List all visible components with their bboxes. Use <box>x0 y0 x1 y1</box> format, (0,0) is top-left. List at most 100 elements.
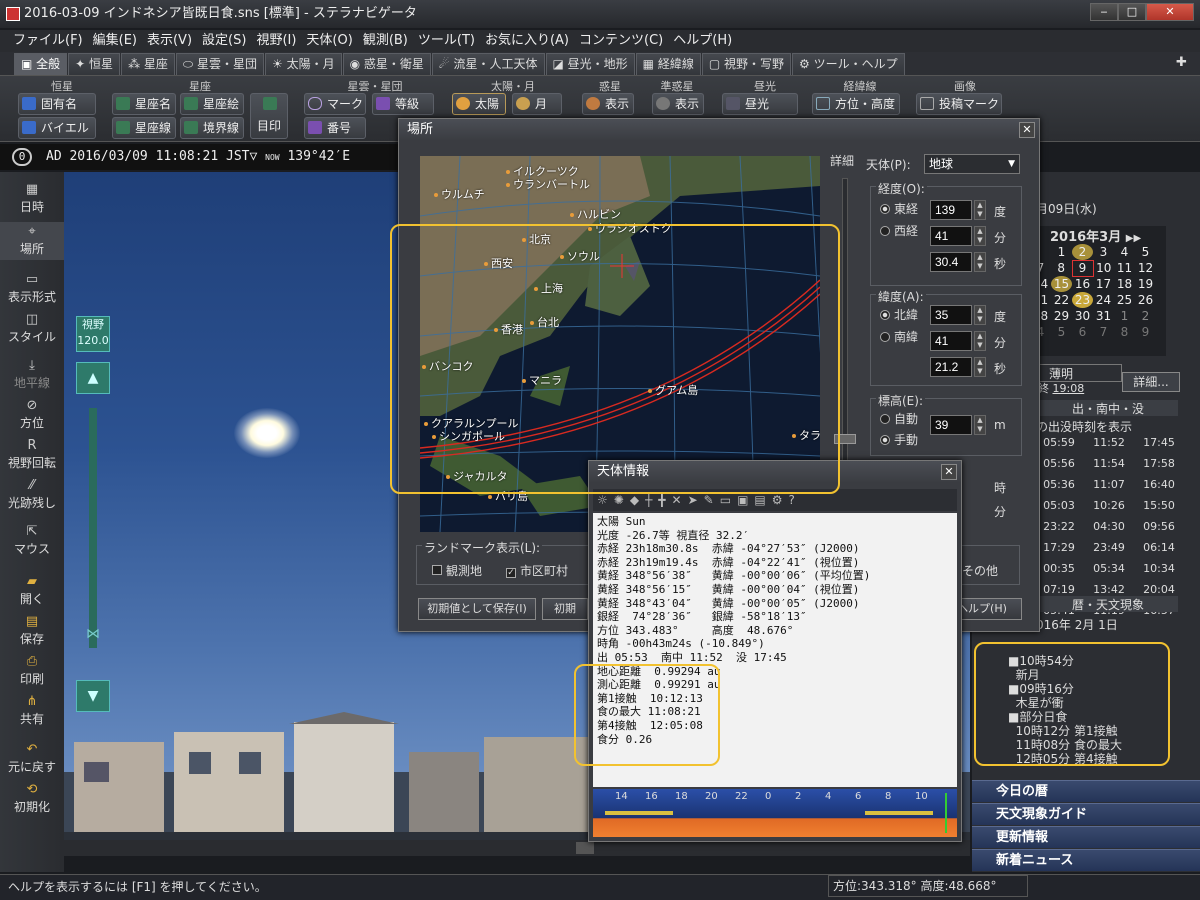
gear-icon[interactable]: ⚙ <box>772 493 789 507</box>
tab-sun-moon[interactable]: ☀ 太陽・月 <box>265 53 342 75</box>
menu-settings[interactable]: 設定(S) <box>197 30 251 52</box>
moon-button[interactable]: 月 <box>512 93 562 115</box>
east-radio[interactable]: 東経 <box>880 200 918 217</box>
calendar-day[interactable]: 30 <box>1072 308 1093 324</box>
tab-daylight[interactable]: ◪ 昼光・地形 <box>545 53 635 75</box>
reset-button[interactable]: ⟲ 初期化 <box>0 782 64 815</box>
bookmark-icon[interactable]: ◆ <box>630 493 645 507</box>
datetime-button[interactable]: ▦ 日時 <box>0 182 64 215</box>
trail-button[interactable]: ⁄⁄ 光跡残し <box>0 478 64 511</box>
scrollbar-thumb[interactable] <box>576 842 594 854</box>
timezone-label[interactable]: JST▽ <box>226 149 257 164</box>
menu-edit[interactable]: 編集(E) <box>88 30 142 52</box>
observation-checkbox[interactable]: 観測地 <box>432 562 482 579</box>
lat-minute-spinner[interactable]: ▲ ▼ <box>974 331 986 351</box>
horizontal-scrollbar[interactable] <box>64 840 970 856</box>
calendar-day[interactable]: 8 <box>1114 324 1135 340</box>
detail-button[interactable]: 詳細... <box>1122 372 1180 392</box>
constellation-name-button[interactable]: 星座名 <box>112 93 176 115</box>
calendar-day[interactable]: 4 <box>1114 244 1135 260</box>
sun-icon[interactable]: ☼ <box>597 493 614 507</box>
today-calendar-link[interactable]: 今日の暦 <box>972 780 1200 802</box>
minimize-button[interactable]: ‒ <box>1090 3 1118 21</box>
updates-link[interactable]: 更新情報 <box>972 826 1200 848</box>
calendar-day[interactable]: 5 <box>1051 324 1072 340</box>
calendar-day[interactable]: 2 <box>1072 244 1093 260</box>
lon-degree-input[interactable] <box>930 200 972 220</box>
dwarf-show-button[interactable]: 表示 <box>652 93 704 115</box>
close-button[interactable]: ✕ <box>1146 3 1194 21</box>
boundary-button[interactable]: 境界線 <box>180 117 244 139</box>
share-button[interactable]: ⋔ 共有 <box>0 694 64 727</box>
tab-gridlines[interactable]: ▦ 経緯線 <box>635 53 701 75</box>
number-button[interactable]: 番号 <box>304 117 366 139</box>
calendar-day[interactable]: 31 <box>1093 308 1114 324</box>
help-icon[interactable]: ? <box>789 493 801 507</box>
mark-button[interactable]: マーク <box>304 93 366 115</box>
calendar-day[interactable]: 24 <box>1093 292 1114 308</box>
tab-nebulae[interactable]: ⬭ 星雲・星団 <box>175 53 264 75</box>
calendar-day[interactable]: 15 <box>1051 276 1072 292</box>
sun-button[interactable]: 太陽 <box>452 93 506 115</box>
menu-help[interactable]: ヘルプ(H) <box>668 30 737 52</box>
datetime-value[interactable]: 2016/03/09 11:08:21 <box>69 149 218 164</box>
calendar-day[interactable]: 22 <box>1051 292 1072 308</box>
altitude-input[interactable] <box>930 415 972 435</box>
maximize-button[interactable]: □ <box>1118 3 1146 21</box>
calendar-day[interactable]: 19 <box>1135 276 1156 292</box>
tab-planets[interactable]: ◉ 惑星・衛星 <box>342 53 431 75</box>
menu-file[interactable]: ファイル(F) <box>8 30 88 52</box>
calendar-day[interactable]: 1 <box>1114 308 1135 324</box>
style-button[interactable]: ◫ スタイル <box>0 312 64 345</box>
calendar-day[interactable]: 6 <box>1072 324 1093 340</box>
calendar-day[interactable]: 29 <box>1051 308 1072 324</box>
calendar-day-selected[interactable]: 9 <box>1071 259 1094 277</box>
lat-minute-input[interactable] <box>930 331 972 351</box>
place-label[interactable]: ウルムチ <box>434 186 485 202</box>
open-button[interactable]: ▰ 開く <box>0 574 64 607</box>
lon-second-input[interactable] <box>930 252 972 272</box>
calendar-day[interactable]: 18 <box>1114 276 1135 292</box>
bayer-button[interactable]: バイエル <box>18 117 96 139</box>
star-icon[interactable]: ✕ <box>672 493 688 507</box>
calendar-day[interactable]: 5 <box>1135 244 1156 260</box>
calendar-day[interactable]: 2 <box>1135 308 1156 324</box>
horizon-button[interactable]: ⤓ 地平線 <box>0 358 64 391</box>
body-select[interactable]: 地球 ▼ <box>924 154 1020 174</box>
lat-second-input[interactable] <box>930 357 972 377</box>
daylight-button[interactable]: 昼光 <box>722 93 798 115</box>
zoom-slider-handle[interactable]: ⋈ <box>78 626 108 642</box>
lon-second-spinner[interactable]: ▲ ▼ <box>974 252 986 272</box>
landmark-button[interactable]: 目印 <box>250 93 288 139</box>
proper-name-button[interactable]: 固有名 <box>18 93 96 115</box>
window-icon[interactable]: ▭ <box>720 493 737 507</box>
menu-favorites[interactable]: お気に入り(A) <box>480 30 574 52</box>
dim-icon[interactable]: ✺ <box>614 493 630 507</box>
planet-show-button[interactable]: 表示 <box>582 93 634 115</box>
lat-degree-input[interactable] <box>930 305 972 325</box>
next-month-icon[interactable]: ▶▶ <box>1126 233 1141 244</box>
menu-object[interactable]: 天体(O) <box>301 30 357 52</box>
azimuth-button[interactable]: ⊘ 方位 <box>0 398 64 431</box>
save-default-button[interactable]: 初期値として保存(I) <box>418 598 536 620</box>
calendar-day[interactable]: 9 <box>1135 324 1156 340</box>
tab-general[interactable]: ▣ 全般 <box>14 53 68 75</box>
target-icon[interactable]: ╋ <box>658 493 671 507</box>
longitude-value[interactable]: 139°42′E <box>287 149 350 164</box>
now-button[interactable]: NOW <box>265 153 279 162</box>
rotate-view-button[interactable]: R 視野回転 <box>0 438 64 471</box>
magnitude-button[interactable]: 等級 <box>372 93 434 115</box>
pin-icon[interactable]: ✚ <box>1176 55 1187 70</box>
menu-observe[interactable]: 観測(B) <box>358 30 413 52</box>
calendar-day[interactable]: 3 <box>1093 244 1114 260</box>
news-link[interactable]: 新着ニュース <box>972 849 1200 871</box>
lat-second-spinner[interactable]: ▲ ▼ <box>974 357 986 377</box>
save-button[interactable]: ▤ 保存 <box>0 614 64 647</box>
manual-radio[interactable]: 手動 <box>880 431 918 448</box>
calendar-day[interactable]: 7 <box>1093 324 1114 340</box>
photo-icon[interactable]: ▤ <box>754 493 771 507</box>
display-mode-button[interactable]: ▭ 表示形式 <box>0 272 64 305</box>
menu-view[interactable]: 表示(V) <box>142 30 197 52</box>
mouse-button[interactable]: ⇱ マウス <box>0 524 64 557</box>
crosshair-icon[interactable]: ┼ <box>645 493 658 507</box>
